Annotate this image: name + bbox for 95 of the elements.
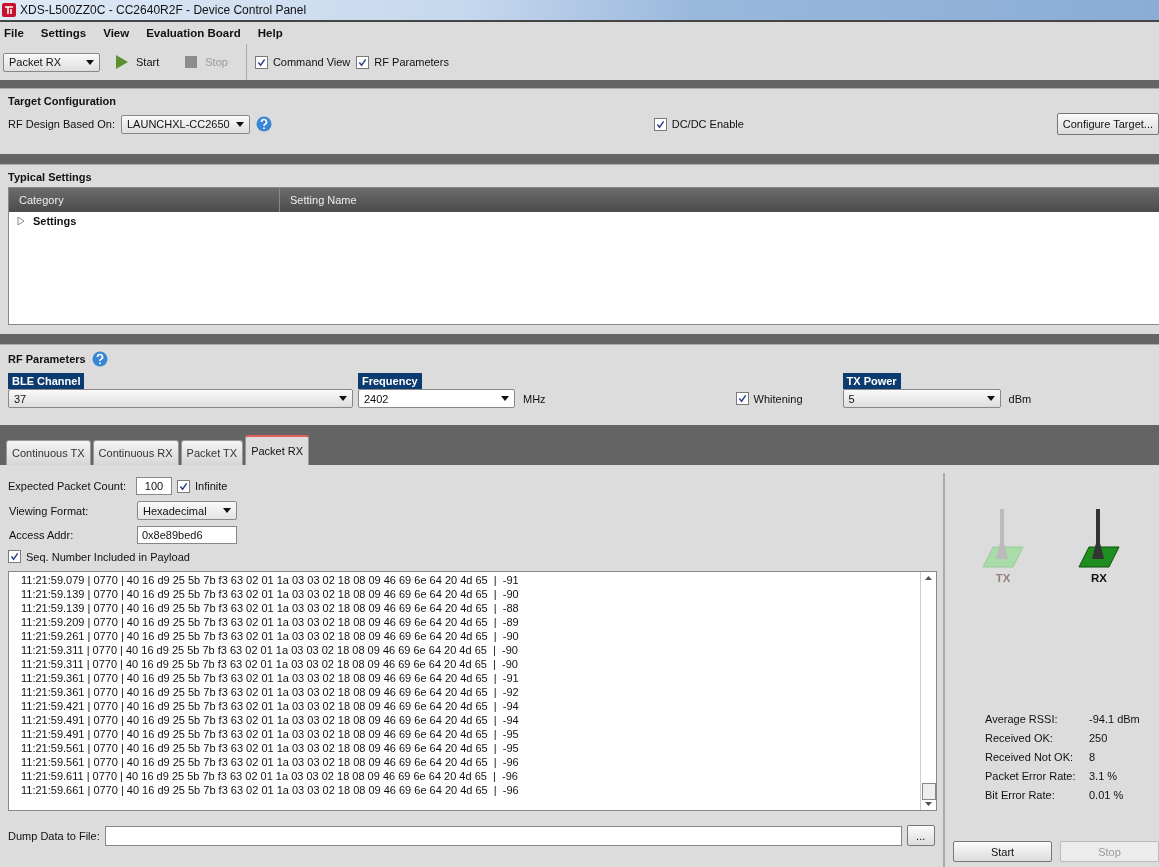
help-icon[interactable] (91, 351, 108, 367)
checkbox-label: Command View (272, 56, 351, 68)
menu-item[interactable]: View (103, 27, 130, 39)
log-line: 11:21:59.421 | 0770 | 40 16 d9 25 5b 7b f3 63 02 01 1a 03 03 02 18 08 09 46 69 6e 64 20 4d 65 | -94 (21, 699, 520, 713)
field-label: Access Addr: (8, 529, 75, 541)
checkbox-label: Infinite (195, 480, 228, 492)
stat-value: -94.1 dBm (1089, 713, 1141, 725)
log-line: 11:21:59.209 | 0770 | 40 16 d9 25 5b 7b f3 63 02 01 1a 03 03 02 18 08 09 46 69 6e 64 20 4d 65 | -89 (21, 615, 520, 629)
log-line: 11:21:59.311 | 0770 | 40 16 d9 25 5b 7b f3 63 02 01 1a 03 03 02 18 08 09 46 69 6e 64 20 4d 65 | -90 (21, 657, 519, 671)
field-label: Dump Data to File: (8, 829, 100, 842)
caret-icon (223, 508, 231, 513)
section-title: Target Configuration (8, 95, 117, 107)
scrollbar[interactable] (920, 572, 936, 810)
checkbox[interactable] (8, 550, 21, 563)
log-line: 11:21:59.261 | 0770 | 40 16 d9 25 5b 7b f3 63 02 01 1a 03 03 02 18 08 09 46 69 6e 64 20 4d 65 | -90 (21, 629, 520, 643)
tab[interactable]: Packet RX (245, 435, 310, 465)
frequency-dropdown[interactable]: 2402 (358, 389, 515, 408)
unit-label: dBm (1008, 392, 1032, 405)
log-line: 11:21:59.311 | 0770 | 40 16 d9 25 5b 7b f3 63 02 01 1a 03 03 02 18 08 09 46 69 6e 64 20 4d 65 | -90 (21, 643, 519, 657)
stat-label: Received OK: (985, 732, 1054, 744)
window-title: XDS-L500ZZ0C - CC2640R2F - Device Control Panel (20, 3, 307, 17)
checkbox-label: Seq. Number Included in Payload (26, 550, 190, 563)
indicator-label: RX (1091, 572, 1107, 584)
caret-icon (235, 121, 244, 127)
log-line: 11:21:59.139 | 0770 | 40 16 d9 25 5b 7b f3 63 02 01 1a 03 03 02 18 08 09 46 69 6e 64 20 4d 65 | -88 (21, 601, 520, 615)
tab[interactable]: Packet TX (180, 440, 244, 465)
help-icon[interactable] (255, 116, 272, 132)
caret-icon (986, 396, 995, 401)
menu-item[interactable]: Settings (40, 27, 87, 39)
field-label: Expected Packet Count: (8, 480, 127, 492)
column-header[interactable]: Category (9, 188, 280, 212)
field-label: Viewing Format: (8, 504, 90, 517)
menu-item[interactable]: Evaluation Board (146, 27, 241, 39)
tree-item[interactable]: Settings (33, 215, 77, 227)
stat-value: 8 (1089, 751, 1097, 763)
stat-label: Packet Error Rate: (985, 770, 1077, 782)
checkbox[interactable] (735, 392, 749, 405)
menu-item[interactable]: Help (257, 27, 283, 39)
scrollbar-thumb[interactable] (921, 783, 936, 800)
stat-value: 3.1 % (1089, 770, 1119, 782)
field-label: BLE Channel (8, 373, 85, 389)
stat-value: 250 (1089, 732, 1109, 744)
play-icon (116, 55, 128, 69)
checkbox[interactable] (177, 479, 190, 493)
field-label: TX Power (842, 373, 901, 389)
section-title: RF Parameters (8, 353, 86, 365)
stat-value: 0.01 % (1089, 789, 1125, 801)
mode-dropdown[interactable]: Packet RX (3, 52, 100, 72)
checkbox[interactable] (653, 117, 667, 131)
log-line: 11:21:59.491 | 0770 | 40 16 d9 25 5b 7b f3 63 02 01 1a 03 03 02 18 08 09 46 69 6e 64 20 4d 65 | -94 (21, 713, 520, 727)
checkbox-label: Whitening (753, 392, 803, 405)
log-line: 11:21:59.361 | 0770 | 40 16 d9 25 5b 7b f3 63 02 01 1a 03 03 02 18 08 09 46 69 6e 64 20 4d 65 | -92 (21, 685, 520, 699)
packet-count-input[interactable]: 100 (136, 477, 172, 495)
indicator-label: TX (995, 572, 1011, 584)
channel-dropdown[interactable]: 37 (8, 389, 353, 408)
log-line: 11:21:59.361 | 0770 | 40 16 d9 25 5b 7b f3 63 02 01 1a 03 03 02 18 08 09 46 69 6e 64 20 4d 65 | -91 (21, 671, 520, 685)
scroll-up-arrow-icon[interactable] (925, 576, 932, 580)
checkbox[interactable] (254, 55, 268, 69)
stop-icon (185, 56, 198, 68)
log-line: 11:21:59.079 | 0770 | 40 16 d9 25 5b 7b f3 63 02 01 1a 03 03 02 18 08 09 46 69 6e 64 20 4d 65 | -91 (21, 573, 520, 587)
design-dropdown[interactable]: LAUNCHXL-CC2650 (121, 114, 250, 134)
log-line: 11:21:59.561 | 0770 | 40 16 d9 25 5b 7b f3 63 02 01 1a 03 03 02 18 08 09 46 69 6e 64 20 4d 65 | -95 (21, 741, 520, 755)
stat-label: Received Not OK: (985, 751, 1075, 763)
log-line: 11:21:59.561 | 0770 | 40 16 d9 25 5b 7b f3 63 02 01 1a 03 03 02 18 08 09 46 69 6e 64 20 4d 65 | -96 (21, 755, 520, 769)
access-address-input[interactable]: 0x8e89bed6 (137, 526, 237, 544)
log-line: 11:21:59.611 | 0770 | 40 16 d9 25 5b 7b f3 63 02 01 1a 03 03 02 18 08 09 46 69 6e 64 20 4d 65 | -96 (21, 769, 519, 783)
log-line: 11:21:59.491 | 0770 | 40 16 d9 25 5b 7b f3 63 02 01 1a 03 03 02 18 08 09 46 69 6e 64 20 4d 65 | -95 (21, 727, 520, 741)
caret-icon (339, 396, 347, 401)
unit-label: MHz (523, 392, 546, 405)
scroll-down-arrow-icon[interactable] (925, 802, 932, 806)
menu-item[interactable]: File (4, 27, 24, 39)
browse-button[interactable]: ... (906, 825, 935, 846)
checkbox-label: RF Parameters (374, 56, 449, 68)
tab[interactable]: Continuous TX (6, 440, 91, 465)
caret-icon (86, 59, 94, 65)
tx-power-dropdown[interactable]: 5 (842, 389, 1001, 408)
stat-label: Average RSSI: (985, 713, 1059, 725)
format-dropdown[interactable]: Hexadecimal (137, 501, 237, 520)
expand-arrow-icon[interactable] (17, 217, 25, 225)
field-label: Frequency (358, 373, 422, 389)
column-header[interactable]: Setting Name (280, 188, 1159, 212)
start-button[interactable]: Start (106, 55, 170, 69)
section-title: Typical Settings (8, 171, 93, 183)
caret-icon (501, 396, 509, 401)
configure-target-button[interactable]: Configure Target... (1056, 113, 1159, 135)
field-label: RF Design Based On: (8, 118, 115, 130)
tab[interactable]: Continuous RX (92, 440, 179, 465)
dump-file-input[interactable] (104, 825, 902, 846)
stat-label: Bit Error Rate: (985, 789, 1056, 801)
app-logo-icon (2, 3, 16, 17)
start-button[interactable]: Start (953, 841, 1052, 862)
checkbox-label: DC/DC Enable (671, 118, 744, 130)
checkbox[interactable] (356, 55, 370, 69)
log-line: 11:21:59.661 | 0770 | 40 16 d9 25 5b 7b f3 63 02 01 1a 03 03 02 18 08 09 46 69 6e 64 20 4d 65 | -96 (21, 783, 520, 797)
log-line: 11:21:59.139 | 0770 | 40 16 d9 25 5b 7b f3 63 02 01 1a 03 03 02 18 08 09 46 69 6e 64 20 4d 65 | -90 (21, 587, 520, 601)
